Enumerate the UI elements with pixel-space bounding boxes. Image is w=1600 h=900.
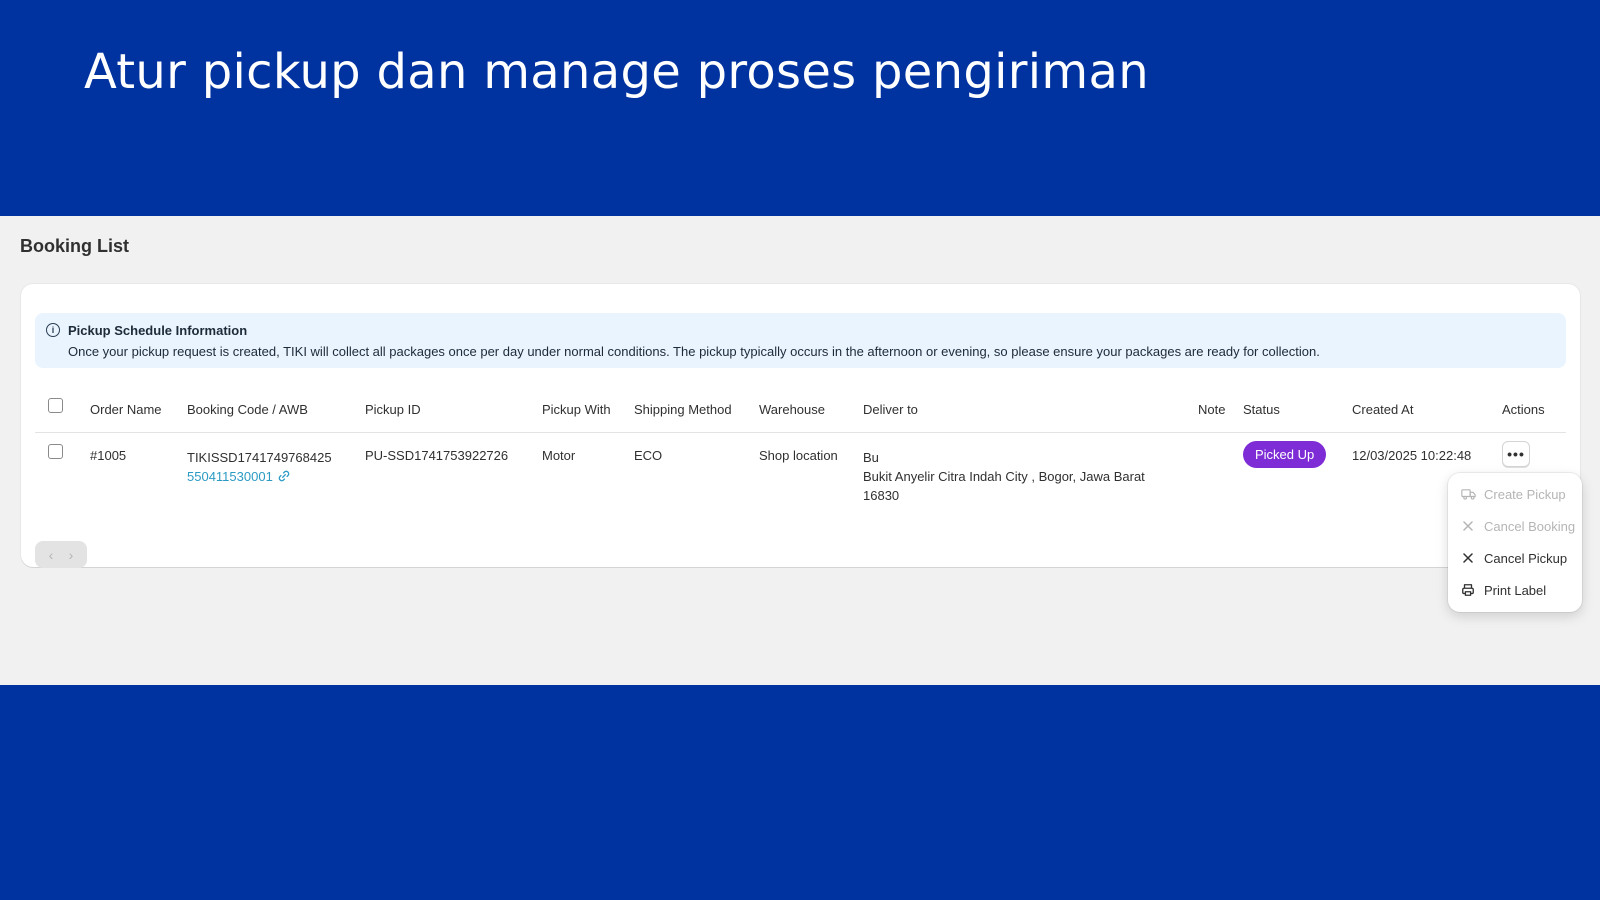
truck-icon: [1460, 488, 1476, 500]
banner-text: Once your pickup request is created, TIK…: [68, 344, 1320, 359]
menu-item-label: Cancel Pickup: [1484, 550, 1568, 566]
header-actions: Actions: [1502, 402, 1545, 417]
pickup-info-banner: i Pickup Schedule Information Once your …: [35, 313, 1566, 368]
deliver-address: Bukit Anyelir Citra Indah City , Bogor, …: [863, 469, 1145, 484]
header-pickup-id[interactable]: Pickup ID: [365, 402, 421, 417]
row-actions-button[interactable]: •••: [1502, 441, 1530, 467]
cell-created-at: 12/03/2025 10:22:48: [1352, 448, 1472, 463]
info-icon: i: [46, 323, 60, 337]
header-booking-code[interactable]: Booking Code / AWB: [187, 402, 308, 417]
next-page-button[interactable]: ›: [69, 547, 74, 563]
row-checkbox[interactable]: [48, 444, 63, 459]
awb-number[interactable]: 550411530001: [187, 469, 273, 484]
header-note[interactable]: Note: [1198, 402, 1225, 417]
menu-item-label: Print Label: [1484, 582, 1547, 598]
menu-item-create-pickup[interactable]: Create Pickup: [1460, 484, 1566, 504]
header-shipping-method[interactable]: Shipping Method: [634, 402, 732, 417]
booking-code: TIKISSD1741749768425: [187, 450, 332, 465]
cell-order-name[interactable]: #1005: [90, 448, 126, 463]
cell-warehouse: Shop location: [759, 448, 838, 463]
cell-pickup-id: PU-SSD1741753922726: [365, 448, 509, 463]
booking-list-app: Booking List i Pickup Schedule Informati…: [0, 216, 1600, 685]
header-divider: [35, 432, 1566, 433]
menu-item-cancel-booking[interactable]: Cancel Booking: [1460, 516, 1575, 536]
banner-title: Pickup Schedule Information: [68, 323, 248, 338]
header-order-name[interactable]: Order Name: [90, 402, 162, 417]
pagination: ‹ ›: [35, 541, 87, 568]
header-status[interactable]: Status: [1243, 402, 1280, 417]
hero-title: Atur pickup dan manage proses pengiriman: [84, 44, 1149, 100]
awb-link[interactable]: 550411530001: [187, 467, 332, 488]
cell-deliver-to: Bu Bukit Anyelir Citra Indah City , Bogo…: [863, 448, 1145, 505]
menu-item-label: Create Pickup: [1484, 486, 1566, 502]
booking-list-card: i Pickup Schedule Information Once your …: [21, 284, 1580, 568]
close-icon: [1460, 521, 1476, 531]
header-deliver-to[interactable]: Deliver to: [863, 402, 918, 417]
header-created-at[interactable]: Created At: [1352, 402, 1413, 417]
cell-shipping-method: ECO: [634, 448, 663, 463]
deliver-name: Bu: [863, 450, 879, 465]
prev-page-button[interactable]: ‹: [49, 547, 54, 563]
link-icon[interactable]: [277, 469, 291, 488]
header-pickup-with[interactable]: Pickup With: [542, 402, 611, 417]
close-icon: [1460, 553, 1476, 563]
menu-item-cancel-pickup[interactable]: Cancel Pickup: [1460, 548, 1567, 568]
printer-icon: [1460, 583, 1476, 597]
menu-item-print-label[interactable]: Print Label: [1460, 580, 1546, 600]
deliver-zip: 16830: [863, 488, 900, 503]
select-all-checkbox[interactable]: [48, 398, 63, 413]
actions-menu: Create Pickup Cancel Booking Cancel Pick…: [1448, 473, 1582, 612]
page-title: Booking List: [20, 236, 129, 256]
menu-item-label: Cancel Booking: [1484, 518, 1576, 534]
cell-pickup-with: Motor: [542, 448, 576, 463]
header-warehouse[interactable]: Warehouse: [759, 402, 825, 417]
status-badge: Picked Up: [1243, 441, 1327, 468]
cell-booking-code: TIKISSD1741749768425 550411530001: [187, 448, 332, 488]
